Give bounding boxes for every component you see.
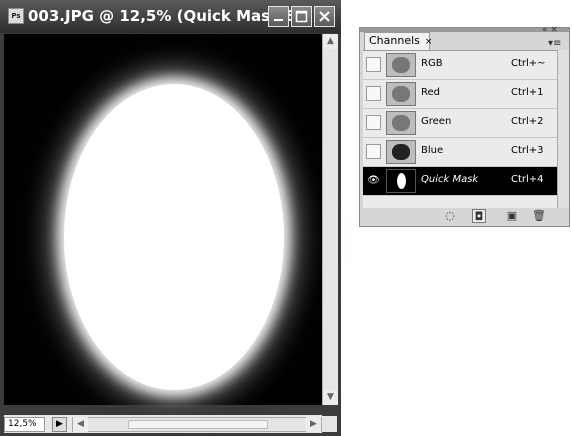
close-icon	[319, 11, 330, 22]
channels-panel: « × Channels × ▾≡ RGB Ctrl+~ Red Ctrl+1 G…	[359, 25, 570, 227]
image-canvas[interactable]	[4, 34, 322, 405]
scroll-up-arrow-icon[interactable]: ▲	[323, 34, 338, 49]
channel-row-rgb[interactable]: RGB Ctrl+~	[363, 51, 557, 80]
tab-channels-label: Channels	[369, 34, 420, 47]
channel-row-green[interactable]: Green Ctrl+2	[363, 109, 557, 138]
channel-row-blue[interactable]: Blue Ctrl+3	[363, 138, 557, 167]
document-window: Ps 003.JPG @ 12,5% (Quick Mask/8) ▲ ▼ 12…	[0, 0, 341, 436]
channel-thumbnail	[386, 82, 416, 106]
new-channel-icon[interactable]: ▣	[505, 209, 519, 223]
channel-thumbnail	[386, 169, 416, 193]
visibility-toggle[interactable]	[366, 144, 381, 159]
channel-shortcut: Ctrl+4	[511, 174, 544, 185]
status-menu-button[interactable]: ▶	[52, 417, 67, 432]
channel-name: Green	[421, 116, 452, 127]
visibility-toggle[interactable]	[366, 115, 381, 130]
channel-name: Quick Mask	[421, 174, 479, 185]
maximize-button[interactable]	[291, 6, 312, 27]
scroll-down-arrow-icon[interactable]: ▼	[323, 390, 338, 405]
photoshop-app-icon[interactable]: Ps	[8, 8, 24, 24]
visibility-toggle[interactable]	[366, 86, 381, 101]
eye-icon[interactable]: 👁	[366, 173, 381, 188]
channel-thumbnail	[386, 111, 416, 135]
horizontal-scrollbar[interactable]: ◀ ▶	[72, 417, 322, 432]
tab-close-icon[interactable]: ×	[425, 37, 433, 47]
tab-channels[interactable]: Channels ×	[364, 32, 433, 50]
minimize-icon	[274, 19, 283, 21]
channel-shortcut: Ctrl+3	[511, 145, 544, 156]
channel-thumbnail	[386, 140, 416, 164]
channel-name: Blue	[421, 145, 444, 156]
channel-row-red[interactable]: Red Ctrl+1	[363, 80, 557, 109]
maximize-icon	[295, 10, 308, 23]
trash-icon[interactable]: 🗑	[532, 209, 546, 223]
horizontal-scroll-thumb[interactable]	[128, 420, 268, 429]
scroll-right-arrow-icon[interactable]: ▶	[306, 417, 321, 432]
close-button[interactable]	[314, 6, 335, 27]
channel-list: RGB Ctrl+~ Red Ctrl+1 Green Ctrl+2 Blue …	[363, 50, 557, 209]
channel-shortcut: Ctrl+1	[511, 87, 544, 98]
panel-collapse-close-controls[interactable]: « ×	[542, 25, 558, 35]
minimize-button[interactable]	[268, 6, 289, 27]
channel-name: RGB	[421, 58, 443, 69]
resize-grip[interactable]	[322, 416, 337, 432]
quick-mask-ellipse	[64, 84, 284, 390]
scroll-left-arrow-icon[interactable]: ◀	[73, 417, 88, 432]
channel-list-scrollbar[interactable]	[557, 50, 569, 208]
vertical-scrollbar[interactable]: ▲ ▼	[322, 34, 338, 405]
channel-row-quick-mask[interactable]: 👁 Quick Mask Ctrl+4	[363, 167, 557, 196]
zoom-level-field[interactable]: 12,5%	[4, 417, 45, 432]
document-title: 003.JPG @ 12,5% (Quick Mask/8)	[28, 7, 303, 25]
channel-name: Red	[421, 87, 440, 98]
load-selection-icon[interactable]: ◌	[443, 209, 457, 223]
channel-shortcut: Ctrl+~	[511, 58, 546, 69]
document-titlebar[interactable]: Ps 003.JPG @ 12,5% (Quick Mask/8)	[0, 0, 341, 33]
visibility-toggle[interactable]	[366, 57, 381, 72]
channel-thumbnail	[386, 53, 416, 77]
save-selection-icon[interactable]: ◘	[472, 209, 486, 223]
panel-menu-icon[interactable]: ▾≡	[548, 38, 561, 49]
channel-shortcut: Ctrl+2	[511, 116, 544, 127]
